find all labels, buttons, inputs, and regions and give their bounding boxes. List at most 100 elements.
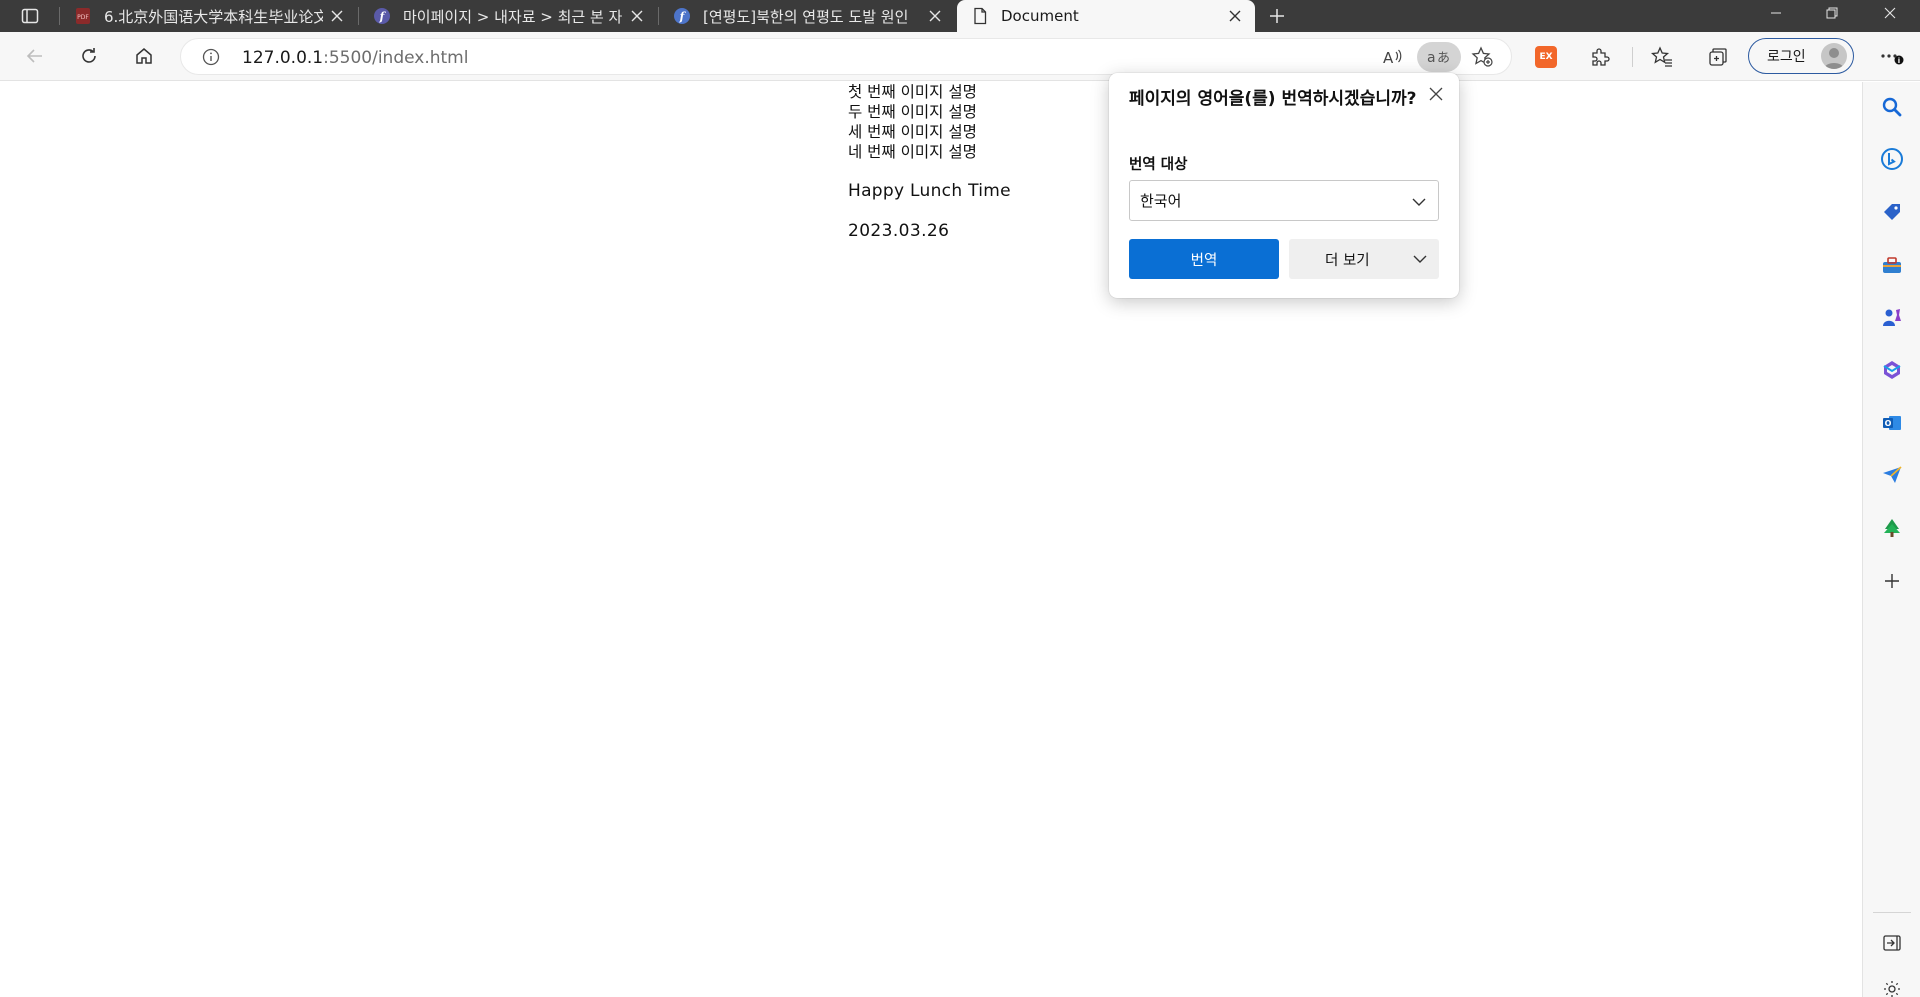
image-description-4: 네 번째 이미지 설명: [848, 143, 977, 161]
tab-2[interactable]: f 마이페이지 > 내자료 > 최근 본 자료: [359, 0, 657, 32]
translate-button[interactable]: aあ: [1417, 42, 1461, 72]
more-options-button[interactable]: 더 보기: [1289, 239, 1439, 279]
restore-icon: [1826, 7, 1838, 19]
restore-button[interactable]: [1804, 0, 1860, 26]
image-description-3: 세 번째 이미지 설명: [848, 123, 977, 141]
shopping-tag-icon: [1884, 204, 1900, 220]
back-arrow-icon: [26, 49, 42, 63]
close-window-button[interactable]: [1862, 0, 1918, 26]
add-favorite-button[interactable]: [1467, 42, 1497, 72]
avatar: [1821, 43, 1847, 69]
document-icon: [971, 7, 989, 25]
translate-confirm-button[interactable]: 번역: [1129, 239, 1279, 279]
sidebar-add-button[interactable]: [1877, 566, 1907, 596]
happycampus-icon: f: [673, 7, 691, 25]
close-icon[interactable]: [1221, 2, 1249, 30]
close-icon: [1429, 87, 1443, 101]
plus-icon: [1270, 9, 1284, 23]
close-icon[interactable]: [623, 2, 651, 30]
sidebar-shopping-button[interactable]: [1877, 197, 1907, 227]
settings-more-button[interactable]: i: [1874, 39, 1910, 75]
send-plane-icon: [1883, 466, 1902, 483]
puzzle-icon: [1592, 48, 1610, 66]
image-description-2: 두 번째 이미지 설명: [848, 103, 977, 121]
tab-actions-icon: [21, 8, 39, 24]
bing-chat-icon: [1881, 148, 1903, 170]
svg-text:A: A: [1383, 49, 1394, 67]
login-label: 로그인: [1767, 49, 1806, 65]
sidebar-search-button[interactable]: [1877, 92, 1907, 122]
extension-ex-button[interactable]: EX: [1528, 39, 1564, 75]
chevron-down-icon: [1411, 250, 1429, 268]
lunch-text: Happy Lunch Time: [848, 181, 1011, 201]
svg-text:あ: あ: [1437, 51, 1450, 66]
address-bar[interactable]: 127.0.0.1:5500/index.html A aあ: [180, 38, 1512, 75]
sidebar-bing-button[interactable]: [1877, 144, 1907, 174]
image-description-1: 첫 번째 이미지 설명: [848, 83, 977, 101]
login-button[interactable]: 로그인: [1748, 38, 1854, 74]
tab-title: 마이페이지 > 내자료 > 최근 본 자료: [403, 7, 623, 26]
star-add-icon: [1471, 46, 1493, 67]
toolbar-divider: [1632, 47, 1633, 67]
happycampus-icon: f: [373, 7, 391, 25]
tab-actions-button[interactable]: [14, 4, 46, 28]
extensions-button[interactable]: [1582, 39, 1618, 75]
read-aloud-icon: A: [1383, 49, 1402, 67]
home-button[interactable]: [126, 38, 162, 74]
url-host: 127.0.0.1: [242, 48, 324, 68]
search-icon: [1882, 97, 1902, 117]
popup-close-button[interactable]: [1423, 81, 1449, 107]
url-path: :5500/index.html: [323, 48, 469, 68]
tab-title: [연평도]북한의 연평도 도발 원인: [703, 7, 909, 26]
translate-target-label: 번역 대상: [1129, 157, 1188, 173]
svg-text:i: i: [1898, 57, 1900, 65]
chevron-down-icon: [1410, 193, 1428, 211]
date-text: 2023.03.26: [848, 221, 950, 241]
selected-language: 한국어: [1140, 192, 1182, 210]
tab-title: Document: [1001, 7, 1079, 25]
sidebar-settings-button[interactable]: [1877, 977, 1907, 997]
tab-title: 6.北京外国语大学本科生毕业论文: [104, 7, 323, 26]
tab-3[interactable]: f [연평도]북한의 연평도 도발 원인: [659, 0, 955, 32]
svg-text:PDF: PDF: [77, 14, 89, 21]
translate-icon: aあ: [1427, 50, 1450, 66]
hide-sidebar-icon: [1883, 935, 1901, 951]
close-icon[interactable]: [921, 2, 949, 30]
sidebar-drop-button[interactable]: [1877, 460, 1907, 490]
translate-popup-title: 페이지의 영어을(를) 번역하시겠습니까?: [1129, 89, 1417, 109]
target-language-select[interactable]: 한국어: [1129, 180, 1439, 221]
page-viewport: 첫 번째 이미지 설명 두 번째 이미지 설명 세 번째 이미지 설명 네 번째…: [0, 82, 1862, 997]
outlook-icon: O: [1883, 416, 1901, 430]
tree-icon: [1884, 519, 1900, 537]
close-icon: [1884, 7, 1896, 19]
sidebar-divider: [1873, 912, 1911, 913]
tab-4-active[interactable]: Document: [957, 0, 1255, 32]
refresh-icon: [82, 48, 96, 63]
gear-icon: [1884, 981, 1900, 997]
sidebar-tools-button[interactable]: [1877, 250, 1907, 280]
tab-strip: PDF 6.北京外国语大学本科生毕业论文 f 마이페이지 > 내자료 > 최근 …: [0, 0, 1920, 32]
sidebar-m365-button[interactable]: [1877, 355, 1907, 385]
sidebar-hide-button[interactable]: [1877, 928, 1907, 958]
new-tab-button[interactable]: [1262, 2, 1292, 30]
games-icon: [1883, 309, 1901, 326]
info-icon[interactable]: [201, 47, 221, 67]
read-aloud-button[interactable]: A: [1377, 42, 1407, 72]
favorites-button[interactable]: [1644, 39, 1680, 75]
toolbox-icon: [1883, 257, 1901, 273]
sidebar-tree-button[interactable]: [1877, 513, 1907, 543]
sidebar-games-button[interactable]: [1877, 302, 1907, 332]
back-button[interactable]: [17, 38, 53, 74]
home-icon: [136, 48, 152, 64]
edge-sidebar: O: [1862, 82, 1920, 997]
minimize-icon: [1771, 12, 1781, 14]
minimize-button[interactable]: [1748, 0, 1804, 26]
svg-text:a: a: [1427, 50, 1436, 66]
translate-popup: 페이지의 영어을(를) 번역하시겠습니까? 번역 대상 한국어 번역 더 보기: [1109, 73, 1459, 298]
sidebar-outlook-button[interactable]: O: [1877, 408, 1907, 438]
tab-1[interactable]: PDF 6.北京外国语大学本科生毕业论文: [60, 0, 357, 32]
refresh-button[interactable]: [71, 38, 107, 74]
close-icon[interactable]: [323, 2, 351, 30]
collections-button[interactable]: [1700, 39, 1736, 75]
more-dots-icon: i: [1881, 54, 1904, 65]
